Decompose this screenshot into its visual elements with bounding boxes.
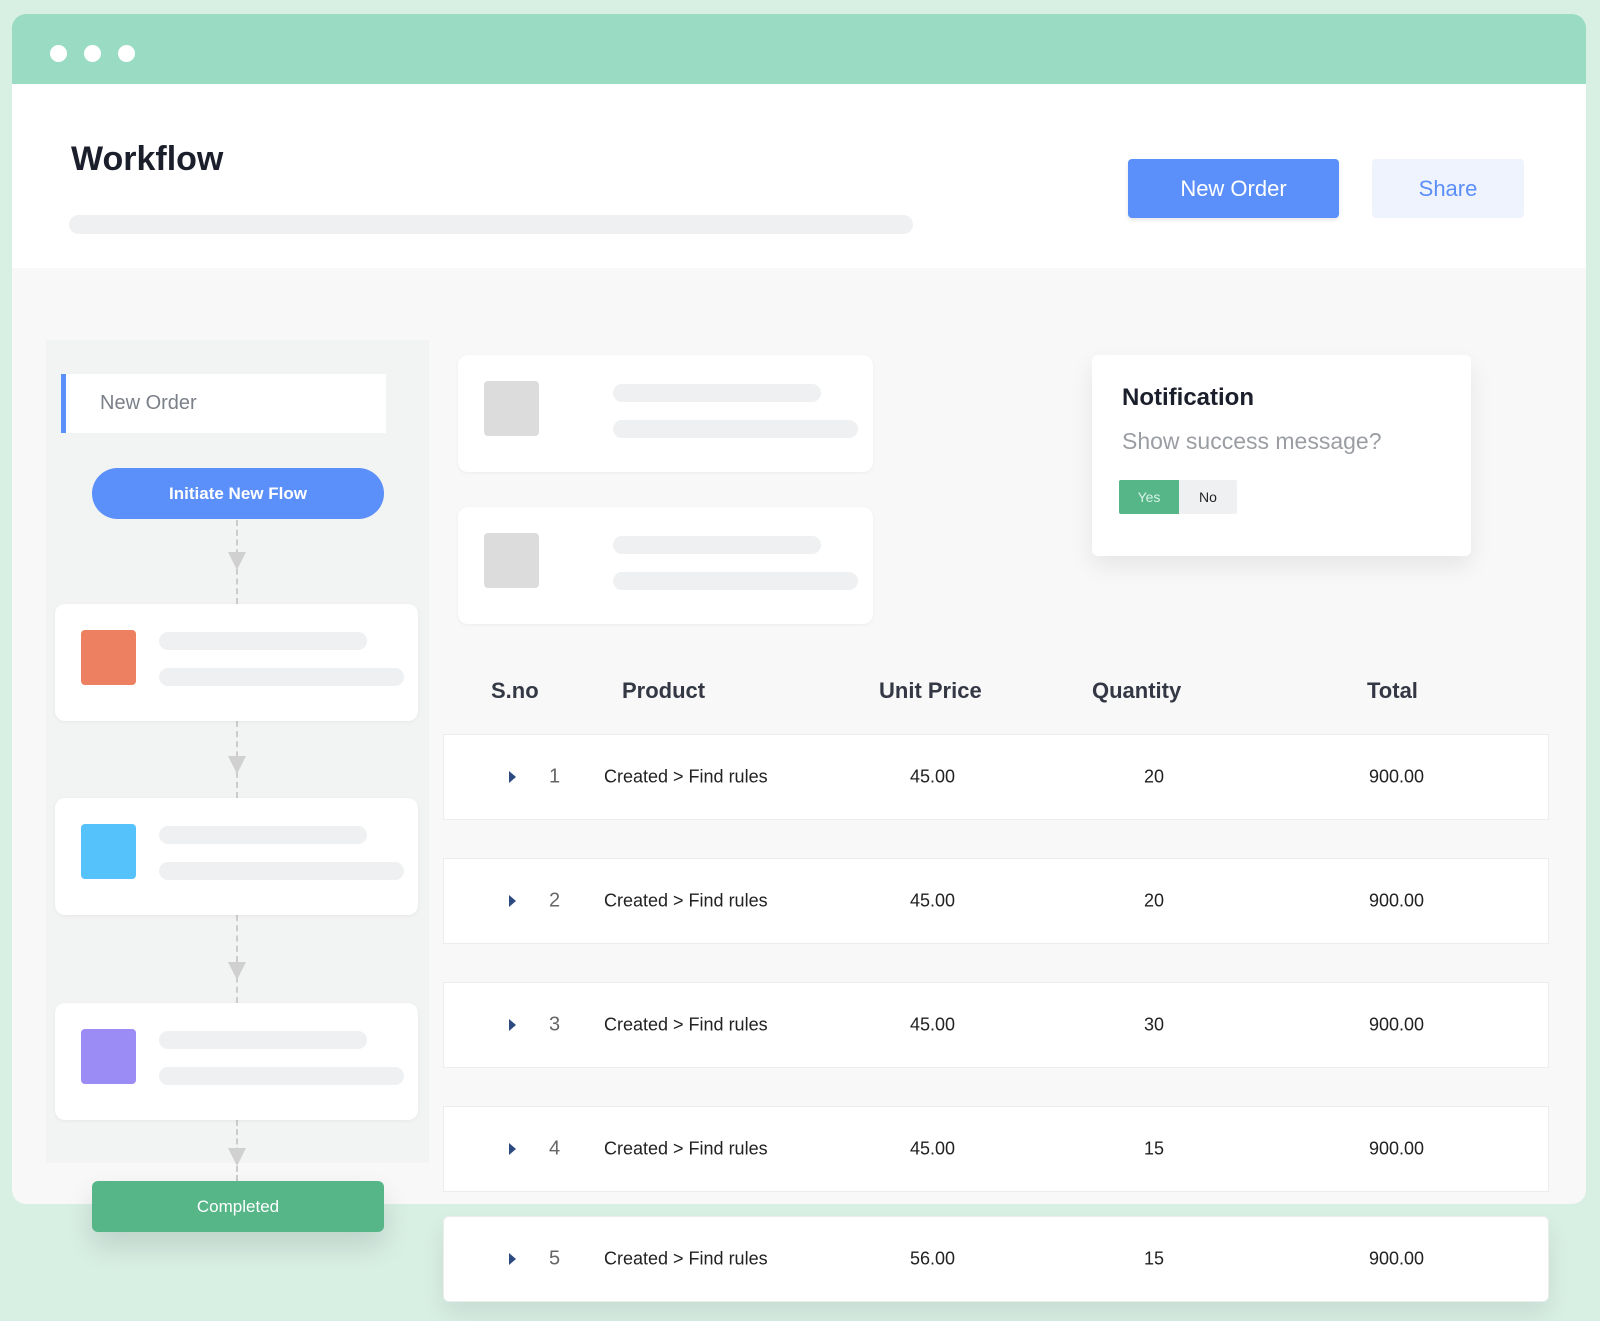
- placeholder-card: [458, 507, 873, 624]
- column-header-unit-price: Unit Price: [879, 678, 982, 703]
- row-unit-price: 45.00: [910, 766, 956, 787]
- no-toggle[interactable]: No: [1179, 480, 1237, 514]
- row-sno: 4: [549, 1137, 561, 1160]
- connector: [236, 915, 238, 1003]
- yes-toggle[interactable]: Yes: [1119, 480, 1179, 514]
- row-sno: 1: [549, 765, 561, 788]
- step-color-square: [81, 1029, 136, 1084]
- table-row[interactable]: 5 Created > Find rules 56.00 15 900.00: [443, 1216, 1549, 1302]
- row-quantity: 30: [1144, 1014, 1165, 1035]
- row-total: 900.00: [1369, 1138, 1425, 1159]
- placeholder-card: [458, 355, 873, 472]
- step-color-square: [81, 630, 136, 685]
- skeleton-line: [613, 384, 821, 402]
- flow-step-card[interactable]: [55, 1003, 418, 1120]
- column-header-product: Product: [622, 678, 706, 703]
- row-product: Created > Find rules: [604, 766, 768, 787]
- skeleton-line: [159, 632, 367, 650]
- window-minimize-dot[interactable]: [84, 45, 101, 62]
- table-row[interactable]: 2 Created > Find rules 45.00 20 900.00: [443, 858, 1549, 944]
- share-button[interactable]: Share: [1372, 159, 1524, 218]
- image-placeholder: [484, 533, 539, 588]
- expand-caret-icon[interactable]: [509, 1019, 516, 1031]
- skeleton-line: [159, 1031, 367, 1049]
- expand-caret-icon[interactable]: [509, 1143, 516, 1155]
- row-product: Created > Find rules: [604, 890, 768, 911]
- row-unit-price: 56.00: [910, 1248, 956, 1269]
- row-sno: 5: [549, 1247, 561, 1270]
- row-product: Created > Find rules: [604, 1138, 768, 1159]
- title-bar: [12, 14, 1586, 84]
- window-maximize-dot[interactable]: [118, 45, 135, 62]
- column-header-sno: S.no: [491, 678, 539, 703]
- row-total: 900.00: [1369, 766, 1425, 787]
- arrow-down-icon: [228, 962, 246, 980]
- skeleton-line: [159, 862, 404, 880]
- step-color-square: [81, 824, 136, 879]
- table-row[interactable]: 4 Created > Find rules 45.00 15 900.00: [443, 1106, 1549, 1192]
- expand-caret-icon[interactable]: [509, 771, 516, 783]
- row-sno: 2: [549, 889, 561, 912]
- notification-message: Show success message?: [1122, 428, 1382, 454]
- row-quantity: 15: [1144, 1248, 1165, 1269]
- column-header-quantity: Quantity: [1092, 678, 1182, 703]
- flow-step-card[interactable]: [55, 604, 418, 721]
- notification-title: Notification: [1122, 384, 1254, 411]
- page-title: Workflow: [71, 140, 224, 178]
- window-close-dot[interactable]: [50, 45, 67, 62]
- new-order-input[interactable]: New Order: [61, 374, 386, 433]
- skeleton-line: [159, 668, 404, 686]
- row-product: Created > Find rules: [604, 1014, 768, 1035]
- row-total: 900.00: [1369, 1014, 1425, 1035]
- row-quantity: 15: [1144, 1138, 1165, 1159]
- row-unit-price: 45.00: [910, 890, 956, 911]
- expand-caret-icon[interactable]: [509, 1253, 516, 1265]
- arrow-down-icon: [228, 1148, 246, 1166]
- row-quantity: 20: [1144, 766, 1165, 787]
- skeleton-line: [159, 826, 367, 844]
- row-unit-price: 45.00: [910, 1014, 956, 1035]
- new-order-button[interactable]: New Order: [1128, 159, 1339, 218]
- arrow-down-icon: [228, 756, 246, 774]
- row-product: Created > Find rules: [604, 1248, 768, 1269]
- skeleton-bar: [69, 215, 913, 234]
- skeleton-line: [159, 1067, 404, 1085]
- row-sno: 3: [549, 1013, 561, 1036]
- arrow-down-icon: [228, 552, 246, 570]
- notification-card: Notification Show success message? Yes N…: [1092, 355, 1471, 556]
- row-total: 900.00: [1369, 890, 1425, 911]
- row-quantity: 20: [1144, 890, 1165, 911]
- initiate-new-flow-button[interactable]: Initiate New Flow: [92, 468, 384, 519]
- row-total: 900.00: [1369, 1248, 1425, 1269]
- skeleton-line: [613, 572, 858, 590]
- skeleton-line: [613, 420, 858, 438]
- table-row[interactable]: 3 Created > Find rules 45.00 30 900.00: [443, 982, 1549, 1068]
- page-header: Workflow New Order Share: [12, 84, 1586, 268]
- column-header-total: Total: [1367, 678, 1418, 703]
- image-placeholder: [484, 381, 539, 436]
- expand-caret-icon[interactable]: [509, 895, 516, 907]
- completed-button[interactable]: Completed: [92, 1181, 384, 1232]
- flow-step-card[interactable]: [55, 798, 418, 915]
- table-row[interactable]: 1 Created > Find rules 45.00 20 900.00: [443, 734, 1549, 820]
- row-unit-price: 45.00: [910, 1138, 956, 1159]
- skeleton-line: [613, 536, 821, 554]
